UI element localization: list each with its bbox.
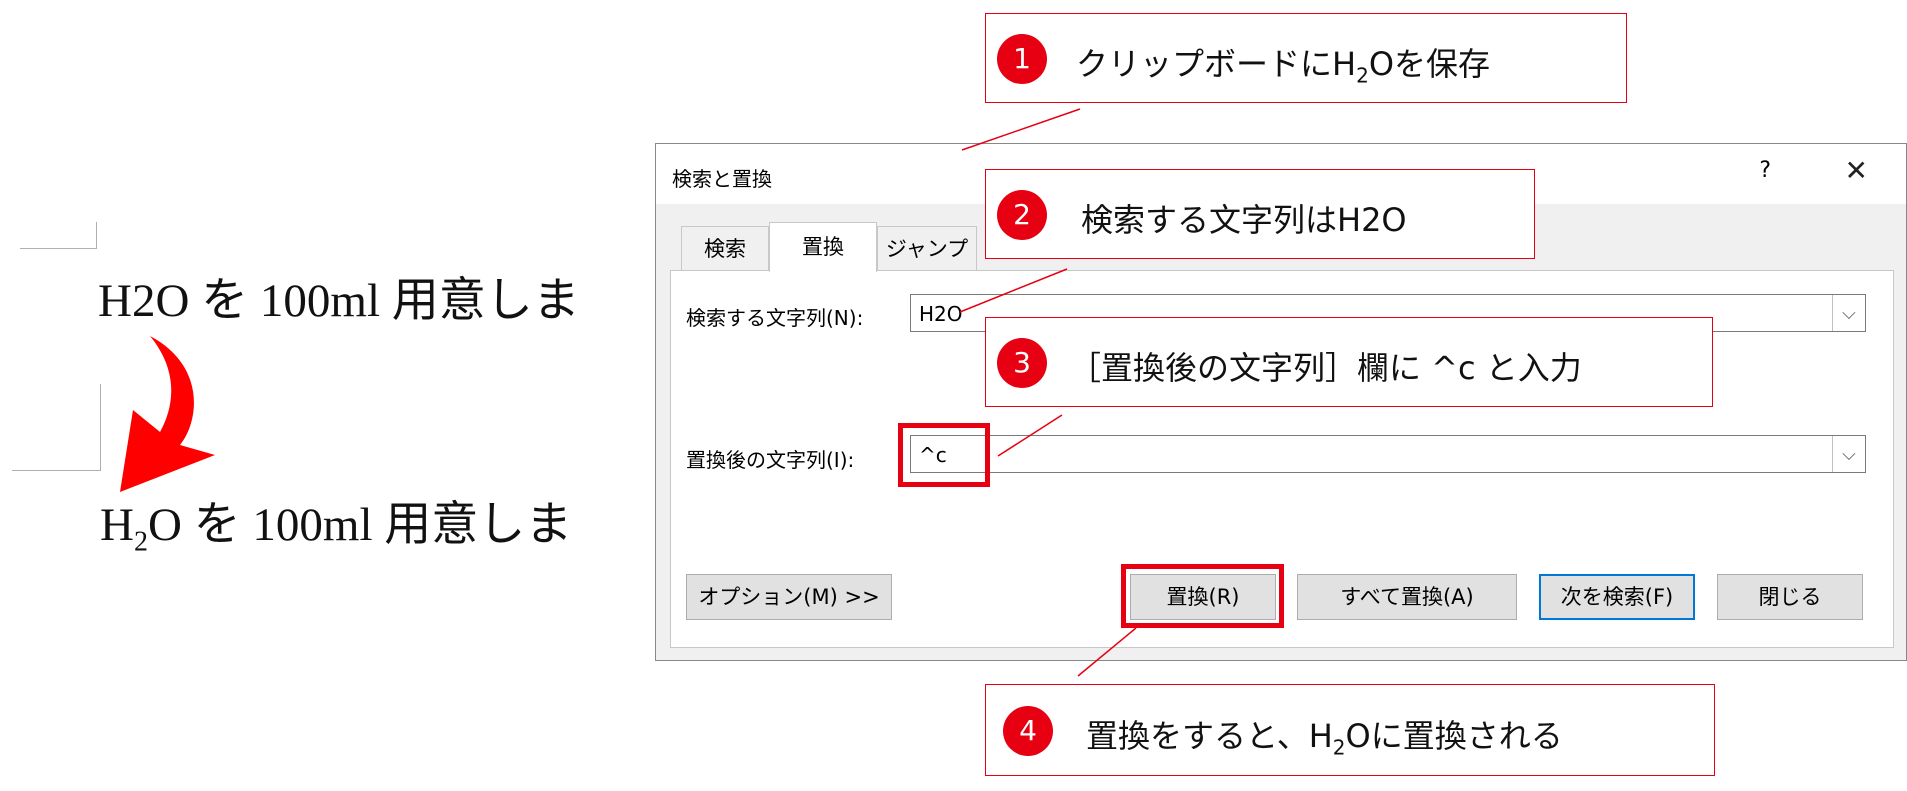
callout-text: ［置換後の文字列］欄に ^c と入力 <box>1069 349 1582 387</box>
step-number-badge: 2 <box>997 190 1047 240</box>
callout-1: 1 クリップボードにH2Oを保存 <box>985 13 1627 103</box>
callout-4: 4 置換をすると、H2Oに置換される <box>985 684 1715 776</box>
callout-text: 置換をすると、H2Oに置換される <box>1086 717 1563 760</box>
step-number-badge: 1 <box>997 34 1047 84</box>
callout-2: 2 検索する文字列はH2O <box>985 169 1535 259</box>
callout-text: クリップボードにH2Oを保存 <box>1076 45 1491 88</box>
callout-3: 3 ［置換後の文字列］欄に ^c と入力 <box>985 317 1713 407</box>
step-number-badge: 3 <box>997 338 1047 388</box>
step-number-badge: 4 <box>1003 706 1053 756</box>
callout-text: 検索する文字列はH2O <box>1081 201 1407 239</box>
